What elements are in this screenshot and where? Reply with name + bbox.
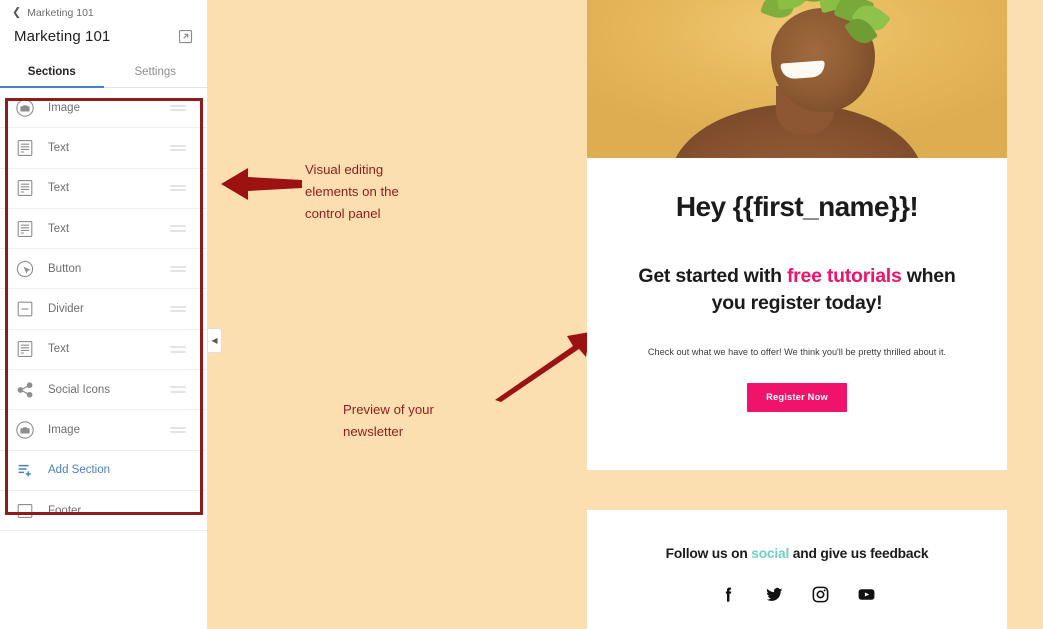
newsletter-footer-inner: Follow us on social and give us feedback bbox=[587, 510, 1007, 604]
section-item-divider[interactable]: Divider bbox=[0, 289, 207, 330]
newsletter-headline[interactable]: Hey {{first_name}}! bbox=[613, 191, 981, 223]
breadcrumb[interactable]: ❮ Marketing 101 bbox=[0, 0, 207, 20]
chevron-left-icon: ◀ bbox=[211, 335, 218, 345]
text-block-icon bbox=[14, 338, 36, 360]
follow-us-line[interactable]: Follow us on social and give us feedback bbox=[607, 546, 987, 561]
subhead-part-1: Get started with bbox=[638, 264, 787, 287]
section-item-footer[interactable]: Footer bbox=[0, 490, 207, 532]
camera-icon bbox=[14, 419, 36, 441]
text-block-icon bbox=[14, 177, 36, 199]
tab-settings[interactable]: Settings bbox=[104, 57, 208, 87]
drag-handle-icon[interactable] bbox=[170, 425, 186, 435]
youtube-icon[interactable] bbox=[857, 585, 876, 604]
section-item-image-2[interactable]: Image bbox=[0, 410, 207, 451]
section-item-image[interactable]: Image bbox=[0, 88, 207, 129]
hero-image[interactable] bbox=[587, 0, 1007, 162]
page-title-row: Marketing 101 bbox=[0, 19, 207, 57]
button-click-icon bbox=[14, 258, 36, 280]
add-section-label: Add Section bbox=[48, 464, 111, 477]
section-item-label: Footer bbox=[48, 504, 82, 517]
left-control-panel: ❮ Marketing 101 Marketing 101 Sections S… bbox=[0, 0, 208, 629]
add-section-button[interactable]: Add Section bbox=[0, 450, 207, 491]
follow-part-1: Follow us on bbox=[665, 546, 752, 561]
breadcrumb-label: Marketing 101 bbox=[27, 7, 94, 19]
annotation-arrow-up-right bbox=[495, 332, 590, 402]
panel-tabs: Sections Settings bbox=[0, 57, 207, 88]
panel-collapse-toggle[interactable]: ◀ bbox=[208, 328, 222, 353]
section-item-label: Text bbox=[48, 182, 70, 195]
section-item-label: Social Icons bbox=[48, 383, 111, 396]
drag-handle-icon[interactable] bbox=[170, 143, 186, 153]
section-item-label: Image bbox=[48, 102, 80, 115]
social-icons-row bbox=[607, 585, 987, 604]
drag-handle-icon[interactable] bbox=[170, 264, 186, 274]
section-item-social-icons[interactable]: Social Icons bbox=[0, 370, 207, 411]
newsletter-preview-footer-card: Follow us on social and give us feedback bbox=[587, 510, 1007, 629]
external-link-icon[interactable] bbox=[178, 29, 193, 44]
section-item-label: Text bbox=[48, 222, 70, 235]
section-item-button[interactable]: Button bbox=[0, 249, 207, 290]
drag-handle-icon[interactable] bbox=[170, 385, 186, 395]
instagram-icon[interactable] bbox=[811, 585, 830, 604]
section-item-label: Button bbox=[48, 262, 82, 275]
camera-icon bbox=[14, 97, 36, 119]
footer-box-icon bbox=[14, 500, 36, 522]
subhead-highlight: free tutorials bbox=[786, 264, 902, 287]
newsletter-subheadline[interactable]: Get started with free tutorials when you… bbox=[613, 263, 981, 318]
section-item-label: Divider bbox=[48, 303, 84, 316]
leaf-crown-icon bbox=[759, 0, 895, 49]
chevron-left-icon: ❮ bbox=[12, 6, 22, 18]
share-icon bbox=[14, 379, 36, 401]
annotation-label-preview: Preview of your newsletter bbox=[343, 402, 434, 439]
section-item-text-2[interactable]: Text bbox=[0, 168, 207, 209]
drag-handle-icon[interactable] bbox=[170, 344, 186, 354]
drag-handle-icon[interactable] bbox=[170, 224, 186, 234]
annotation-label-control-panel: Visual editing elements on the control p… bbox=[305, 162, 399, 221]
section-item-label: Text bbox=[48, 343, 70, 356]
section-item-label: Image bbox=[48, 424, 80, 437]
annotation-arrow-left bbox=[221, 168, 302, 200]
tab-sections[interactable]: Sections bbox=[0, 57, 104, 87]
newsletter-preview-main-card: Hey {{first_name}}! Get started with fre… bbox=[587, 0, 1007, 470]
drag-handle-icon[interactable] bbox=[170, 183, 186, 193]
hero-bottom-edge bbox=[587, 158, 1007, 162]
newsletter-body-copy[interactable]: Check out what we have to offer! We thin… bbox=[613, 346, 981, 360]
text-block-icon bbox=[14, 218, 36, 240]
section-item-label: Text bbox=[48, 141, 70, 154]
section-item-text-4[interactable]: Text bbox=[0, 329, 207, 371]
follow-part-2: and give us feedback bbox=[789, 546, 929, 561]
register-now-button[interactable]: Register Now bbox=[747, 382, 847, 412]
newsletter-body: Hey {{first_name}}! Get started with fre… bbox=[587, 162, 1007, 412]
drag-handle-icon[interactable] bbox=[170, 304, 186, 314]
follow-highlight-social: social bbox=[751, 546, 790, 561]
section-item-text-1[interactable]: Text bbox=[0, 128, 207, 169]
text-block-icon bbox=[14, 137, 36, 159]
cta-wrapper: Register Now bbox=[613, 382, 981, 412]
add-list-icon bbox=[14, 459, 36, 481]
section-list: Image Text Text Text Button Divider Text… bbox=[0, 88, 207, 532]
app-root: ❮ Marketing 101 Marketing 101 Sections S… bbox=[0, 0, 1043, 629]
facebook-icon[interactable] bbox=[719, 585, 738, 604]
drag-handle-icon[interactable] bbox=[170, 103, 186, 113]
page-title: Marketing 101 bbox=[14, 28, 111, 45]
twitter-icon[interactable] bbox=[765, 585, 784, 604]
section-item-text-3[interactable]: Text bbox=[0, 208, 207, 250]
divider-icon bbox=[14, 298, 36, 320]
